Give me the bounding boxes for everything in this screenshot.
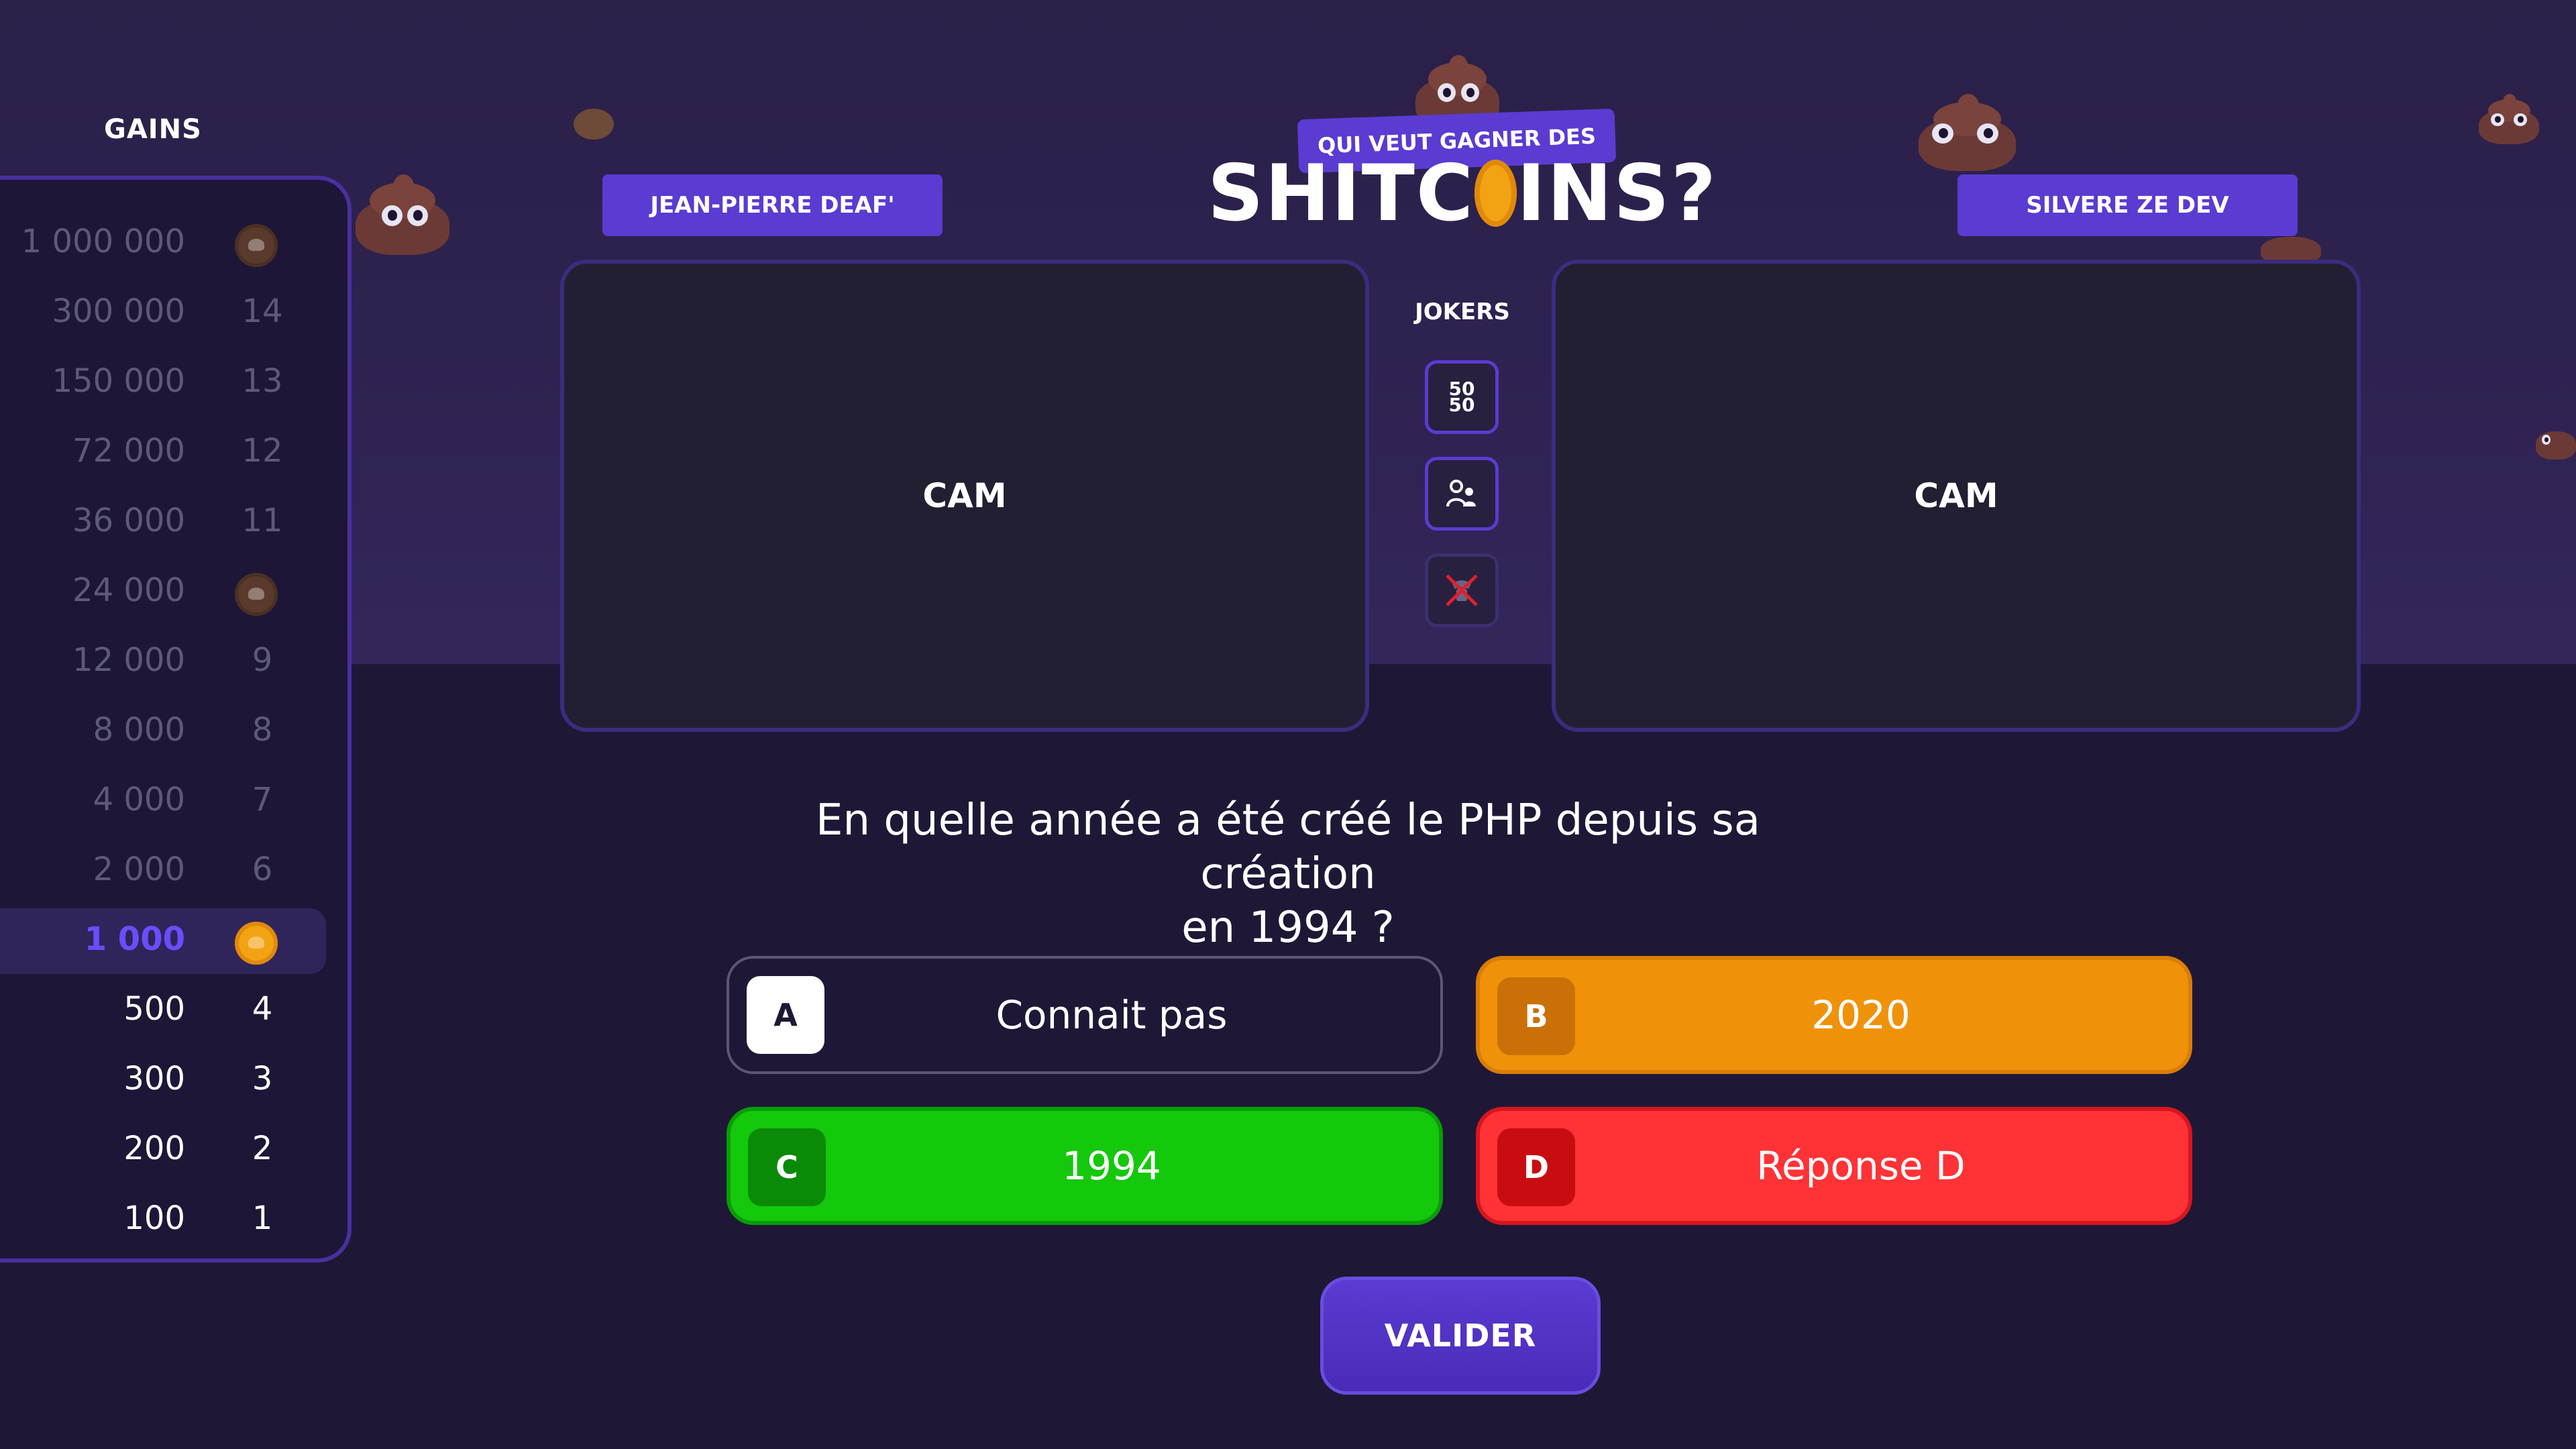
gain-level: 2 bbox=[252, 1130, 273, 1167]
gain-level: 9 bbox=[252, 641, 273, 679]
gain-level: 11 bbox=[241, 502, 283, 539]
gains-ladder: 1 000 000 300 000 14 150 000 13 72 000 12 36 00… bbox=[0, 176, 352, 1263]
answer-d-button[interactable]: D Réponse D bbox=[1476, 1107, 2192, 1225]
gain-amount: 100 bbox=[123, 1199, 185, 1237]
gain-amount: 12 000 bbox=[72, 641, 185, 679]
gain-level: 6 bbox=[252, 851, 273, 888]
gain-amount: 8 000 bbox=[93, 711, 185, 749]
coin-icon bbox=[1474, 160, 1517, 227]
answer-b-text: 2020 bbox=[1811, 992, 1911, 1038]
gain-amount: 1 000 bbox=[84, 920, 185, 958]
gain-row: 72 000 12 bbox=[0, 420, 326, 486]
question-line-2: en 1994 ? bbox=[1181, 903, 1395, 953]
logo-title-right: INS? bbox=[1516, 148, 1717, 239]
answer-c-button[interactable]: C 1994 bbox=[727, 1107, 1443, 1225]
poop-emoji-decoration bbox=[2479, 94, 2539, 144]
gains-title: GAINS bbox=[104, 114, 202, 145]
cam-left-label: CAM bbox=[922, 476, 1007, 515]
gain-level: 8 bbox=[252, 711, 273, 749]
logo-title-left: SHITC bbox=[1208, 148, 1475, 239]
coin-icon bbox=[235, 573, 278, 616]
answer-a-letter: A bbox=[747, 976, 824, 1054]
joker-call-used-button[interactable] bbox=[1425, 553, 1499, 627]
phone-crossed-icon bbox=[1446, 574, 1478, 606]
gain-amount: 150 000 bbox=[52, 362, 186, 400]
gain-row: 300 3 bbox=[0, 1048, 326, 1114]
gain-row: 500 4 bbox=[0, 978, 326, 1044]
gain-amount: 300 000 bbox=[52, 292, 186, 330]
gain-level: 14 bbox=[241, 292, 283, 330]
gain-amount: 36 000 bbox=[72, 502, 185, 539]
gain-amount: 300 bbox=[123, 1060, 185, 1097]
answer-c-text: 1994 bbox=[1062, 1143, 1161, 1189]
cam-right: CAM bbox=[1552, 260, 2361, 732]
gain-row: 300 000 14 bbox=[0, 280, 326, 346]
gain-row: 4 000 7 bbox=[0, 769, 326, 835]
gain-row: 8 000 8 bbox=[0, 699, 326, 765]
gain-level: 3 bbox=[252, 1060, 273, 1097]
validate-button[interactable]: VALIDER bbox=[1320, 1277, 1601, 1395]
answer-b-letter: B bbox=[1497, 977, 1575, 1055]
joker-fifty-fifty-button[interactable]: 50 50 bbox=[1425, 360, 1499, 434]
gain-amount: 72 000 bbox=[72, 432, 185, 470]
question-text: En quelle année a été créé le PHP depuis… bbox=[805, 794, 1771, 955]
gain-level: 1 bbox=[252, 1199, 273, 1237]
cam-right-label: CAM bbox=[1914, 476, 1998, 515]
player-right-name: SILVERE ZE DEV bbox=[1957, 174, 2298, 236]
coin-icon bbox=[235, 224, 278, 267]
jokers-title: JOKERS bbox=[1415, 299, 1510, 325]
money-bag-decoration bbox=[574, 95, 614, 140]
fifty-fifty-icon: 50 50 bbox=[1448, 380, 1475, 416]
joker-ask-audience-button[interactable] bbox=[1425, 457, 1499, 531]
coin-icon bbox=[235, 922, 278, 965]
question-line-1: En quelle année a été créé le PHP depuis… bbox=[816, 796, 1760, 899]
gain-level: 7 bbox=[252, 781, 273, 818]
gain-amount: 24 000 bbox=[72, 572, 185, 609]
poop-emoji-decoration bbox=[1919, 94, 2016, 171]
player-left-name: JEAN-PIERRE DEAF' bbox=[602, 174, 943, 236]
gain-row: 1 000 bbox=[0, 908, 326, 974]
gain-level: 4 bbox=[252, 990, 273, 1028]
gain-amount: 2 000 bbox=[93, 851, 185, 888]
gain-amount: 200 bbox=[123, 1130, 185, 1167]
answer-a-text: Connait pas bbox=[996, 992, 1228, 1038]
gain-amount: 1 000 000 bbox=[21, 223, 185, 260]
fifty-bottom: 50 bbox=[1448, 394, 1475, 416]
gain-row: 24 000 bbox=[0, 559, 326, 625]
logo-title: SHITC INS? bbox=[1208, 148, 1717, 239]
people-icon bbox=[1446, 480, 1476, 507]
answer-d-text: Réponse D bbox=[1756, 1143, 1966, 1189]
gain-amount: 4 000 bbox=[93, 781, 185, 818]
gain-row: 36 000 11 bbox=[0, 490, 326, 555]
gain-level: 12 bbox=[241, 432, 283, 470]
gain-row: 2 000 6 bbox=[0, 839, 326, 904]
answer-a-button[interactable]: A Connait pas bbox=[727, 956, 1443, 1074]
answer-d-letter: D bbox=[1497, 1128, 1575, 1206]
answer-c-letter: C bbox=[748, 1128, 826, 1206]
gain-level: 13 bbox=[241, 362, 283, 400]
poop-emoji-decoration bbox=[2536, 419, 2576, 460]
gain-row: 1 000 000 bbox=[0, 211, 326, 276]
gain-amount: 500 bbox=[123, 990, 185, 1028]
poop-emoji-decoration bbox=[356, 174, 449, 255]
cam-left: CAM bbox=[560, 260, 1369, 732]
gain-row: 100 1 bbox=[0, 1187, 326, 1253]
gain-row: 12 000 9 bbox=[0, 629, 326, 695]
answer-b-button[interactable]: B 2020 bbox=[1476, 956, 2192, 1074]
gain-row: 150 000 13 bbox=[0, 350, 326, 416]
gain-row: 200 2 bbox=[0, 1118, 326, 1183]
